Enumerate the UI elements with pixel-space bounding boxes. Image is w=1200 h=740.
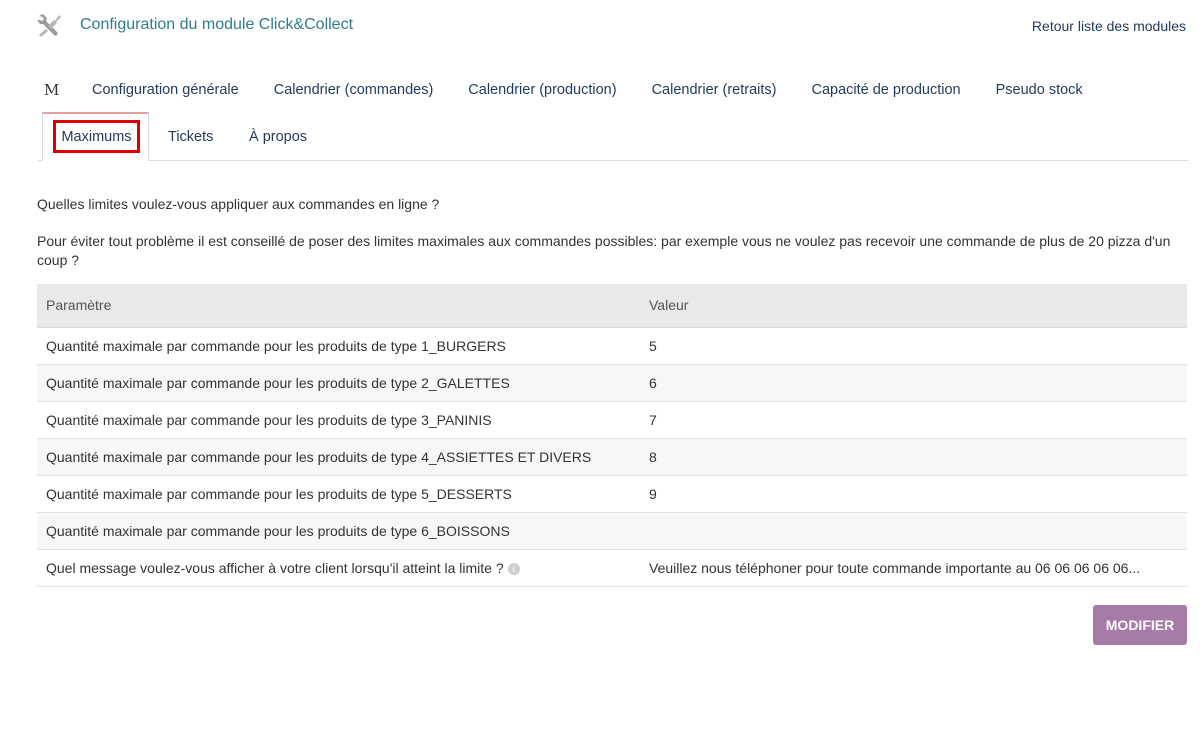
parameter-value: 6 bbox=[640, 364, 1187, 402]
tab-production-capacity[interactable]: Capacité de production bbox=[811, 82, 960, 98]
column-header-value: Valeur bbox=[640, 284, 1187, 328]
tab-calendar-pickups[interactable]: Calendrier (retraits) bbox=[652, 82, 777, 98]
parameter-label-with-info: Quel message voulez-vous afficher à votr… bbox=[37, 549, 640, 587]
column-header-parameter: Paramètre bbox=[37, 284, 640, 328]
tab-pseudo-stock[interactable]: Pseudo stock bbox=[996, 82, 1083, 98]
tab-about[interactable]: À propos bbox=[249, 129, 307, 145]
table-row: Quantité maximale par commande pour les … bbox=[37, 401, 1187, 439]
tab-bar-row2: Maximums Tickets À propos bbox=[38, 112, 1188, 161]
table-header-row: Paramètre Valeur bbox=[37, 284, 1187, 328]
limits-question: Quelles limites voulez-vous appliquer au… bbox=[37, 196, 440, 212]
parameter-label: Quantité maximale par commande pour les … bbox=[37, 401, 640, 439]
parameter-label: Quantité maximale par commande pour les … bbox=[37, 364, 640, 402]
table-row: Quel message voulez-vous afficher à votr… bbox=[37, 549, 1187, 587]
tab-calendar-orders[interactable]: Calendrier (commandes) bbox=[274, 82, 434, 98]
parameter-label: Quantité maximale par commande pour les … bbox=[37, 512, 640, 550]
table-row: Quantité maximale par commande pour les … bbox=[37, 438, 1187, 476]
parameter-label: Quantité maximale par commande pour les … bbox=[37, 438, 640, 476]
module-title: Configuration du module Click&Collect bbox=[80, 16, 354, 33]
parameter-value: 8 bbox=[640, 438, 1187, 476]
parameter-label: Quel message voulez-vous afficher à votr… bbox=[46, 559, 504, 576]
table-row: Quantité maximale par commande pour les … bbox=[37, 364, 1187, 402]
tab-calendar-production[interactable]: Calendrier (production) bbox=[468, 82, 616, 98]
parameters-table: Paramètre Valeur Quantité maximale par c… bbox=[37, 284, 1187, 587]
table-row: Quantité maximale par commande pour les … bbox=[37, 327, 1187, 365]
parameter-value bbox=[640, 512, 1187, 550]
limits-advice: Pour éviter tout problème il est conseil… bbox=[37, 233, 1171, 268]
info-icon[interactable]: i bbox=[507, 562, 520, 575]
tab-bar: M Configuration générale Calendrier (com… bbox=[36, 72, 1118, 108]
page-header: Configuration du module Click&Collect Re… bbox=[0, 0, 1200, 50]
parameter-value: 5 bbox=[640, 327, 1187, 365]
tab-marker: M bbox=[44, 81, 60, 99]
tools-icon bbox=[37, 14, 61, 37]
back-to-modules-link[interactable]: Retour liste des modules bbox=[1032, 18, 1186, 34]
modify-button[interactable]: MODIFIER bbox=[1093, 605, 1187, 645]
tab-maximums[interactable]: Maximums bbox=[42, 112, 149, 161]
table-row: Quantité maximale par commande pour les … bbox=[37, 475, 1187, 513]
tab-maximums-label[interactable]: Maximums bbox=[53, 120, 140, 153]
parameter-value: Veuillez nous téléphoner pour toute comm… bbox=[640, 549, 1187, 587]
tab-tickets[interactable]: Tickets bbox=[168, 129, 213, 145]
parameter-label: Quantité maximale par commande pour les … bbox=[37, 327, 640, 365]
parameter-value: 7 bbox=[640, 401, 1187, 439]
parameter-value: 9 bbox=[640, 475, 1187, 513]
tab-general-config[interactable]: Configuration générale bbox=[92, 82, 239, 98]
table-row: Quantité maximale par commande pour les … bbox=[37, 512, 1187, 550]
parameter-label: Quantité maximale par commande pour les … bbox=[37, 475, 640, 513]
